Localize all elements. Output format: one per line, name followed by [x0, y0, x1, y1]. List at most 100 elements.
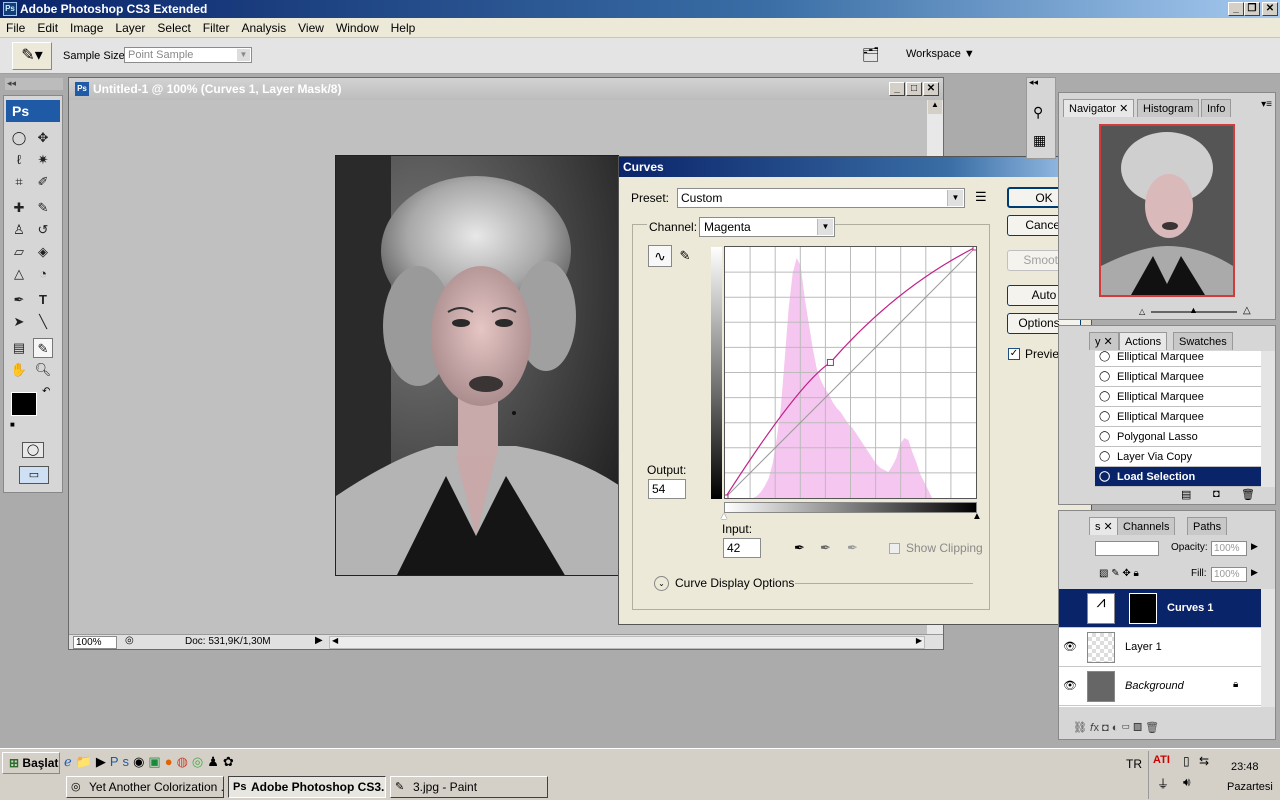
- clock-time[interactable]: 23:48: [1231, 761, 1259, 773]
- type-tool-icon[interactable]: T: [33, 290, 53, 310]
- sample-size-select[interactable]: Point Sample ▼: [124, 47, 252, 63]
- tab-paths[interactable]: Paths: [1187, 517, 1228, 535]
- curve-point-tool-icon[interactable]: ∿: [648, 245, 672, 267]
- expand-options-icon[interactable]: ⌄: [654, 576, 669, 591]
- path-selection-tool-icon[interactable]: ➤: [9, 312, 29, 332]
- restore-icon[interactable]: ❐: [1244, 2, 1260, 16]
- default-colors-icon[interactable]: ■: [10, 420, 15, 429]
- paint-bucket-tool-icon[interactable]: ◈: [33, 242, 53, 262]
- close-icon[interactable]: ✕: [1262, 2, 1278, 16]
- app3-icon[interactable]: ✿: [223, 754, 238, 769]
- slice-tool-icon[interactable]: ✐: [33, 172, 53, 192]
- lasso-tool-icon[interactable]: ℓ: [9, 150, 29, 170]
- tab-histogram[interactable]: Histogram: [1137, 99, 1200, 117]
- menu-filter[interactable]: Filter: [197, 18, 236, 38]
- new-document-from-state-icon[interactable]: ▤: [1181, 488, 1191, 501]
- taskbar-task[interactable]: Ps Adobe Photoshop CS3...: [228, 776, 386, 798]
- menu-layer[interactable]: Layer: [109, 18, 151, 38]
- zoom-slider-thumb[interactable]: ▲: [1189, 305, 1198, 315]
- zoom-tool-icon[interactable]: 🔍︎: [33, 360, 53, 380]
- menu-select[interactable]: Select: [151, 18, 196, 38]
- curves-graph[interactable]: [721, 243, 980, 502]
- menu-file[interactable]: File: [0, 18, 31, 38]
- media-icon[interactable]: ▶: [96, 754, 110, 769]
- lock-icons[interactable]: ▧ ✎ ✥ 🔒︎: [1099, 568, 1139, 579]
- ati-icon[interactable]: ATI: [1153, 754, 1170, 766]
- app-icon[interactable]: ◉: [133, 754, 148, 769]
- battery-icon[interactable]: ▯: [1183, 754, 1190, 768]
- menu-help[interactable]: Help: [385, 18, 422, 38]
- trash-icon[interactable]: 🗑: [1241, 488, 1255, 501]
- history-state[interactable]: ◯ Layer Via Copy: [1095, 447, 1261, 467]
- visibility-eye-icon[interactable]: 👁︎: [1063, 640, 1077, 653]
- workspace-button[interactable]: Workspace ▼: [906, 48, 975, 60]
- blur-tool-icon[interactable]: △: [9, 264, 29, 284]
- history-state[interactable]: ◯ Elliptical Marquee: [1095, 351, 1261, 367]
- blend-mode-select[interactable]: [1095, 541, 1159, 556]
- healing-brush-tool-icon[interactable]: ✚: [9, 198, 29, 218]
- history-state[interactable]: ◯ Elliptical Marquee: [1095, 367, 1261, 387]
- layer-mask-thumbnail[interactable]: [1129, 593, 1157, 624]
- new-snapshot-icon[interactable]: ◘: [1213, 488, 1220, 500]
- line-tool-icon[interactable]: ╲: [33, 312, 53, 332]
- opacity-arrow-icon[interactable]: ▶: [1251, 541, 1258, 552]
- menu-edit[interactable]: Edit: [31, 18, 64, 38]
- minimize-icon[interactable]: _: [1228, 2, 1244, 16]
- start-button[interactable]: ⊞ Başlat: [2, 752, 60, 774]
- history-state[interactable]: ◯ Elliptical Marquee: [1095, 387, 1261, 407]
- history-state[interactable]: ◯ Load Selection: [1095, 467, 1261, 487]
- menu-analysis[interactable]: Analysis: [235, 18, 292, 38]
- pencil-tool-icon[interactable]: ✎: [675, 245, 695, 267]
- magic-wand-tool-icon[interactable]: ✷: [33, 150, 53, 170]
- gray-eyedropper-icon[interactable]: ✒: [820, 540, 831, 556]
- hand-tool-icon[interactable]: ✋: [9, 360, 29, 380]
- scroll-left-icon[interactable]: ◀: [332, 636, 338, 645]
- volume-icon[interactable]: 🔊︎: [1183, 775, 1191, 790]
- channel-select[interactable]: Magenta ▼: [699, 217, 835, 237]
- tab-info[interactable]: Info: [1201, 99, 1232, 117]
- browser-icon[interactable]: ◍: [177, 754, 192, 769]
- screen-mode-icon[interactable]: ▭: [19, 466, 49, 484]
- collapse-icon[interactable]: ◂◂: [1029, 77, 1038, 88]
- eyedropper-tool-preset-icon[interactable]: ✎▾: [12, 42, 52, 70]
- scroll-up-icon[interactable]: ▲: [928, 100, 942, 114]
- taskbar-task[interactable]: ◎ Yet Another Colorization ...: [66, 776, 224, 798]
- history-scrollbar[interactable]: [1261, 351, 1275, 487]
- layer-row[interactable]: ⩘ Curves 1: [1059, 589, 1261, 628]
- clone-stamp-tool-icon[interactable]: ♙: [9, 220, 29, 240]
- preset-options-icon[interactable]: ☰: [975, 189, 987, 205]
- zoom-in-icon[interactable]: △: [1243, 305, 1251, 316]
- tab-swatches[interactable]: Swatches: [1173, 332, 1233, 350]
- tab-layers[interactable]: s ✕: [1089, 517, 1119, 535]
- black-point-slider-icon[interactable]: ▲: [972, 511, 982, 522]
- eraser-tool-icon[interactable]: ▱: [9, 242, 29, 262]
- history-state[interactable]: ◯ Polygonal Lasso: [1095, 427, 1261, 447]
- menu-image[interactable]: Image: [64, 18, 109, 38]
- swap-colors-icon[interactable]: ↶: [42, 386, 50, 397]
- layer-footer-icons[interactable]: ⛓ 𝑓x ◘ ◐ ▭ ▤ 🗑: [1073, 721, 1159, 735]
- photoshop-icon[interactable]: Ps: [110, 754, 133, 769]
- users-icon[interactable]: ♟: [207, 754, 223, 769]
- tool-presets-panel-icon[interactable]: ▦: [1033, 132, 1046, 149]
- tab-history[interactable]: y ✕: [1089, 332, 1119, 350]
- foreground-color-swatch[interactable]: [11, 392, 37, 416]
- network-icon[interactable]: ⇆: [1199, 754, 1209, 768]
- document-close-icon[interactable]: ✕: [923, 82, 939, 96]
- menu-view[interactable]: View: [292, 18, 330, 38]
- layer-row[interactable]: 👁︎ Background 🔒︎: [1059, 667, 1261, 706]
- zoom-field[interactable]: 100%: [73, 636, 117, 649]
- document-horizontal-scrollbar[interactable]: ◀ ▶: [329, 636, 925, 649]
- panel-menu-icon[interactable]: ▾≡: [1261, 99, 1272, 110]
- preview-checkbox[interactable]: ✓: [1008, 348, 1020, 360]
- dodge-tool-icon[interactable]: ◔: [33, 264, 53, 284]
- visibility-eye-icon[interactable]: 👁︎: [1063, 679, 1077, 692]
- white-eyedropper-icon[interactable]: ✒: [847, 540, 858, 556]
- scroll-right-icon[interactable]: ▶: [916, 636, 922, 645]
- canvas-image[interactable]: [335, 155, 619, 576]
- tab-channels[interactable]: Channels: [1117, 517, 1176, 535]
- zoom-out-icon[interactable]: △: [1139, 307, 1145, 316]
- history-state[interactable]: ◯ Elliptical Marquee: [1095, 407, 1261, 427]
- navigator-thumbnail[interactable]: [1099, 124, 1235, 297]
- history-brush-tool-icon[interactable]: ↺: [33, 220, 53, 240]
- brush-tool-icon[interactable]: ✎: [33, 198, 53, 218]
